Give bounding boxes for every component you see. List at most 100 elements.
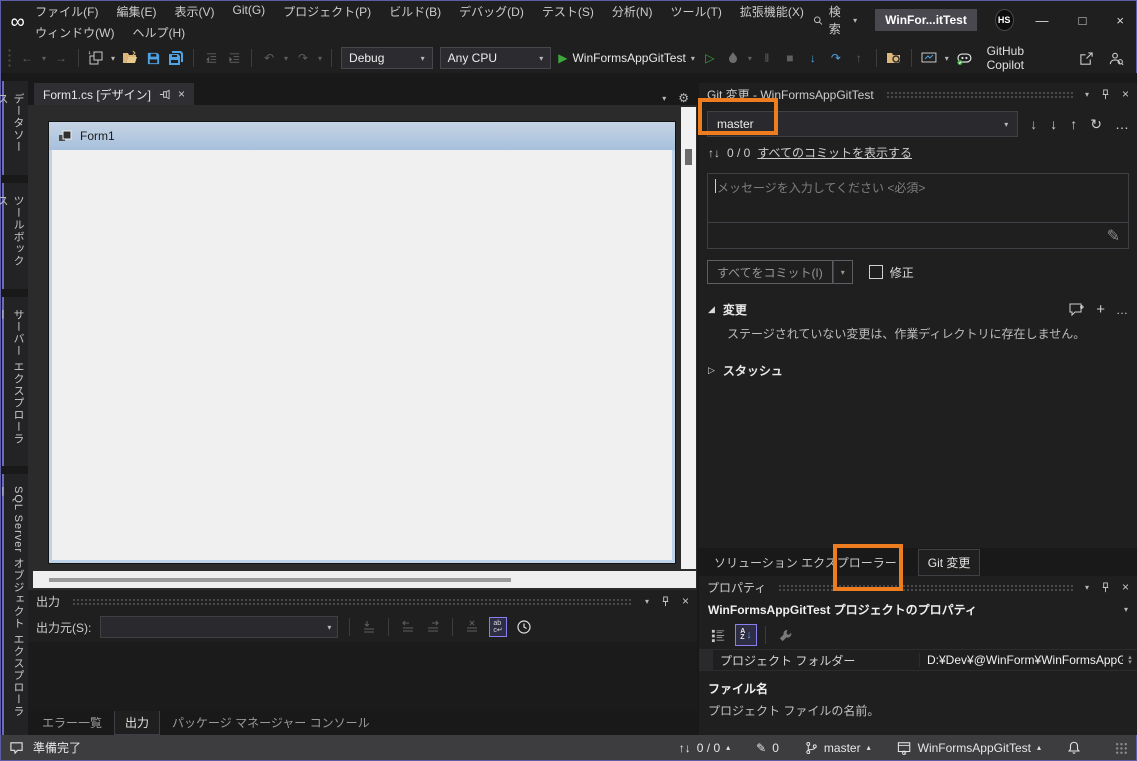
- commit-all-button[interactable]: すべてをコミット(I) ▾: [707, 260, 853, 284]
- generate-commit-message-icon[interactable]: ✎: [1107, 226, 1120, 246]
- show-all-commits-link[interactable]: すべてのコミットを表示する: [757, 144, 912, 161]
- categorized-view-button[interactable]: [707, 624, 729, 646]
- sidebar-tab-toolbox[interactable]: ツールボックス: [2, 183, 28, 289]
- navigate-forward-button[interactable]: →: [53, 48, 69, 68]
- tab-package-manager-console[interactable]: パッケージ マネージャー コンソール: [162, 711, 380, 734]
- undo-button[interactable]: ↶: [261, 48, 277, 68]
- timestamp-icon[interactable]: [516, 617, 532, 637]
- undo-caret-icon[interactable]: ▾: [284, 54, 288, 63]
- stash-collapsed-icon[interactable]: ▷: [708, 365, 715, 376]
- changes-more-actions-icon[interactable]: …: [1116, 303, 1128, 317]
- tab-output[interactable]: 出力: [114, 711, 160, 735]
- start-debugging-button[interactable]: ▶ WinFormsAppGitTest ▾: [558, 51, 695, 65]
- horizontal-scrollbar-thumb[interactable]: [49, 578, 511, 582]
- amend-checkbox-group[interactable]: 修正: [869, 264, 914, 281]
- tab-solution-explorer[interactable]: ソリューション エクスプローラー: [705, 550, 906, 575]
- pin-icon[interactable]: [159, 89, 170, 100]
- properties-pin-icon[interactable]: [1100, 582, 1111, 593]
- redo-caret-icon[interactable]: ▾: [318, 54, 322, 63]
- changes-expanded-icon[interactable]: ◢: [708, 304, 715, 315]
- git-window-menu-caret-icon[interactable]: ▾: [1085, 90, 1089, 99]
- properties-close-icon[interactable]: ×: [1122, 580, 1129, 594]
- output-close-icon[interactable]: ×: [682, 594, 689, 608]
- step-out-button[interactable]: ↑: [851, 48, 867, 68]
- document-close-icon[interactable]: ×: [178, 87, 185, 101]
- save-button[interactable]: [145, 48, 161, 68]
- pause-button[interactable]: ‖: [759, 48, 775, 68]
- hot-reload-button[interactable]: [725, 48, 741, 68]
- stage-all-icon[interactable]: +: [1096, 301, 1105, 318]
- indent-button[interactable]: [226, 48, 242, 68]
- editor-settings-gear-icon[interactable]: ⚙: [678, 91, 689, 105]
- designer-horizontal-scrollbar[interactable]: [33, 571, 696, 588]
- push-button[interactable]: ↑: [1070, 116, 1077, 132]
- menu-help[interactable]: ヘルプ(H): [124, 22, 195, 43]
- word-wrap-toggle[interactable]: ab c↵: [489, 617, 506, 637]
- menu-debug[interactable]: デバッグ(D): [450, 1, 533, 22]
- step-over-button[interactable]: ↷: [828, 48, 844, 68]
- menu-view[interactable]: 表示(V): [166, 1, 224, 22]
- solution-platform-dropdown[interactable]: Any CPU ▾: [440, 47, 552, 69]
- designer-vertical-scrollbar[interactable]: [681, 107, 696, 569]
- stop-button[interactable]: ■: [782, 48, 798, 68]
- amend-checkbox[interactable]: [869, 265, 883, 279]
- git-close-icon[interactable]: ×: [1122, 87, 1129, 101]
- property-pages-wrench-button[interactable]: [774, 624, 796, 646]
- menu-file[interactable]: ファイル(F): [26, 1, 107, 22]
- toolbar-grip[interactable]: [7, 48, 12, 68]
- property-value-cell[interactable]: D:¥Dev¥@WinForm¥WinFormsAppGit: [919, 653, 1123, 667]
- tab-git-changes[interactable]: Git 変更: [918, 549, 981, 576]
- feedback-bubble-icon[interactable]: [9, 741, 24, 755]
- live-visual-tree-button[interactable]: [921, 48, 938, 68]
- commit-all-caret-icon[interactable]: ▾: [833, 260, 853, 284]
- navigate-back-button[interactable]: ←: [19, 48, 35, 68]
- fetch-button[interactable]: ↓: [1030, 116, 1037, 132]
- output-window-menu-caret-icon[interactable]: ▾: [645, 597, 649, 606]
- feedback-icon[interactable]: [1108, 48, 1124, 68]
- menu-tools[interactable]: ツール(T): [662, 1, 731, 22]
- properties-object-dropdown[interactable]: WinFormsAppGitTest プロジェクトのプロパティ ▾: [699, 598, 1137, 621]
- redo-button[interactable]: ↷: [295, 48, 311, 68]
- sidebar-tab-data-sources[interactable]: データソース: [2, 81, 28, 175]
- commit-message-box[interactable]: メッセージを入力してください <必須> ✎: [707, 173, 1129, 249]
- hot-reload-caret-icon[interactable]: ▾: [748, 54, 752, 63]
- user-avatar[interactable]: HS: [995, 9, 1014, 31]
- property-row-project-folder[interactable]: プロジェクト フォルダー D:¥Dev¥@WinForm¥WinFormsApp…: [699, 649, 1137, 671]
- panel-drag-grip[interactable]: [778, 584, 1073, 591]
- previous-message-icon[interactable]: [400, 617, 416, 637]
- menu-analyze[interactable]: 分析(N): [603, 1, 662, 22]
- navigate-back-caret-icon[interactable]: ▾: [42, 54, 46, 63]
- goto-message-icon[interactable]: [361, 617, 377, 637]
- menu-test[interactable]: テスト(S): [533, 1, 603, 22]
- output-text-area[interactable]: [28, 642, 697, 711]
- scroll-down-icon[interactable]: ▾: [1128, 660, 1132, 665]
- sidebar-tab-sql-server-object-explorer[interactable]: SQL Server オブジェクト エクスプローラー: [2, 474, 28, 735]
- vertical-scrollbar-thumb[interactable]: [685, 149, 692, 165]
- unindent-button[interactable]: [203, 48, 219, 68]
- branch-selector-dropdown[interactable]: master ▾: [707, 111, 1018, 137]
- solution-configuration-dropdown[interactable]: Debug ▾: [341, 47, 433, 69]
- share-icon[interactable]: [1078, 48, 1094, 68]
- sidebar-tab-server-explorer[interactable]: サーバー エクスプローラー: [2, 297, 28, 465]
- step-into-button[interactable]: ↓: [805, 48, 821, 68]
- menu-project[interactable]: プロジェクト(P): [274, 1, 380, 22]
- minimize-button[interactable]: —: [1036, 13, 1049, 28]
- status-pending-edits[interactable]: ✎ 0: [756, 741, 779, 755]
- status-sync-commits[interactable]: ↑↓ 0 / 0 ▴: [679, 741, 730, 755]
- properties-menu-caret-icon[interactable]: ▾: [1085, 583, 1089, 592]
- document-list-caret-icon[interactable]: ▾: [662, 94, 666, 103]
- close-button[interactable]: ×: [1116, 13, 1124, 28]
- toolbar-overflow-caret-icon[interactable]: ▾: [945, 54, 949, 63]
- menu-git[interactable]: Git(G): [224, 1, 275, 22]
- menu-window[interactable]: ウィンドウ(W): [26, 22, 123, 43]
- start-without-debugging-button[interactable]: ▷: [702, 48, 718, 68]
- new-project-caret-icon[interactable]: ▾: [111, 54, 115, 63]
- stash-section-header[interactable]: ▷ スタッシュ: [699, 342, 1137, 399]
- panel-drag-grip[interactable]: [886, 91, 1073, 98]
- tab-error-list[interactable]: エラー一覧: [32, 711, 112, 734]
- git-more-actions-button[interactable]: …: [1115, 116, 1129, 132]
- menu-build[interactable]: ビルド(B): [380, 1, 450, 22]
- maximize-button[interactable]: □: [1079, 13, 1087, 28]
- status-repository[interactable]: WinFormsAppGitTest ▴: [897, 741, 1041, 755]
- output-pin-icon[interactable]: [660, 596, 671, 607]
